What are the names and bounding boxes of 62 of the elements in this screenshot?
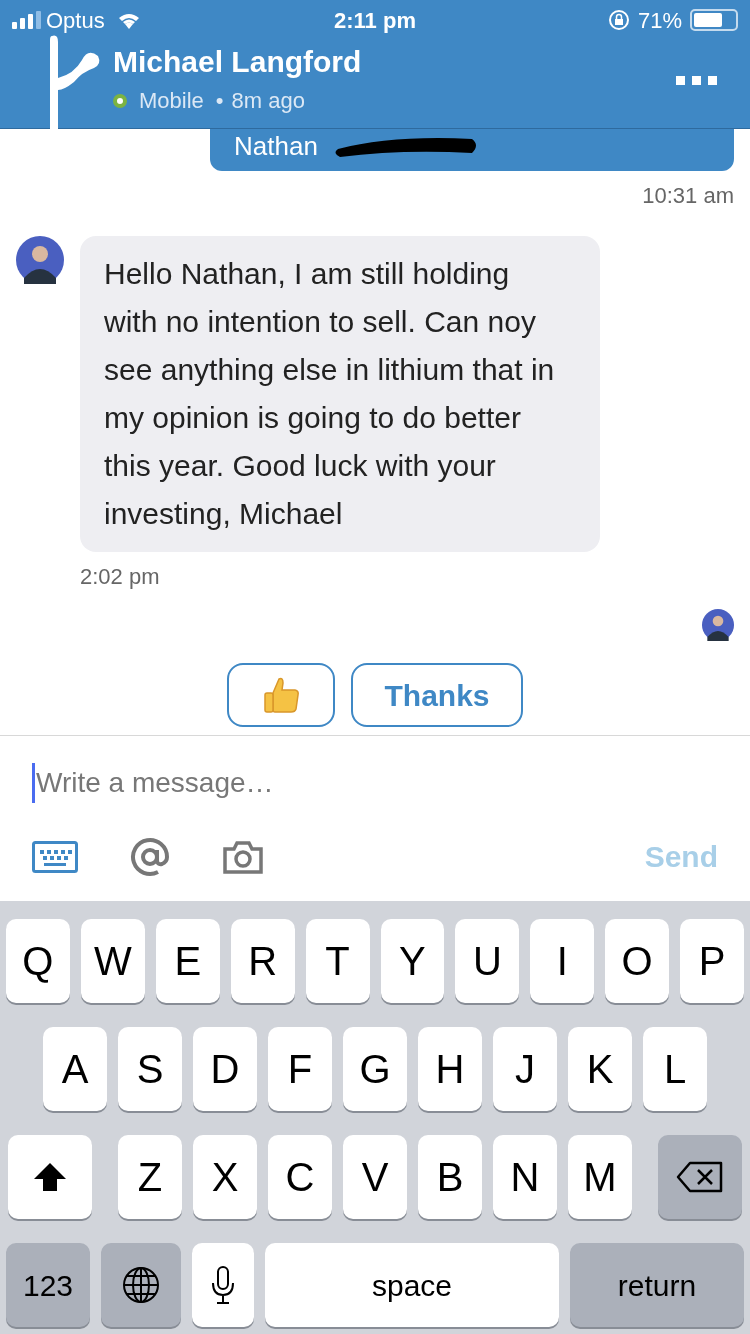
message-text: Hello Nathan, I am still holding with no intention to sell. Can noy see anything else in lithium that in my opinion is going to do better this year. Good luck with your investing, Michael [104, 256, 556, 532]
keyboard-key[interactable]: V [343, 1135, 407, 1219]
shift-icon [32, 1161, 68, 1193]
keyboard-key[interactable]: Z [118, 1135, 182, 1219]
keyboard-key[interactable]: E [155, 919, 220, 1003]
thumbs-up-icon [261, 675, 301, 715]
thumbs-up-reply-button[interactable] [227, 663, 335, 727]
avatar [702, 609, 734, 641]
keyboard-key[interactable]: B [418, 1135, 482, 1219]
return-key[interactable]: return [570, 1243, 744, 1327]
keyboard-key[interactable]: K [568, 1027, 632, 1111]
shift-key[interactable] [8, 1135, 92, 1219]
dictation-key[interactable] [192, 1243, 254, 1327]
message-time: 10:31 am [642, 182, 734, 210]
keyboard-key[interactable]: U [455, 919, 520, 1003]
keyboard-key[interactable]: X [193, 1135, 257, 1219]
message-text: Nathan [234, 131, 318, 161]
keyboard-key[interactable]: G [343, 1027, 407, 1111]
keyboard-key[interactable]: O [605, 919, 670, 1003]
keyboard-key[interactable]: T [305, 919, 370, 1003]
keyboard-key[interactable]: M [568, 1135, 632, 1219]
microphone-icon [210, 1265, 236, 1305]
separator-dot: • [215, 87, 224, 115]
globe-key[interactable] [101, 1243, 181, 1327]
keyboard-key[interactable]: W [80, 919, 145, 1003]
keyboard-key[interactable]: S [118, 1027, 182, 1111]
backspace-key[interactable] [658, 1135, 742, 1219]
keyboard-key[interactable]: H [418, 1027, 482, 1111]
battery-icon [690, 9, 738, 31]
more-icon[interactable] [676, 76, 718, 86]
keyboard-key[interactable]: C [268, 1135, 332, 1219]
last-seen: 8m ago [231, 87, 305, 115]
keyboard-key[interactable]: R [230, 919, 295, 1003]
message-time: 2:02 pm [80, 563, 161, 591]
camera-icon[interactable] [222, 838, 264, 875]
quick-reply-button[interactable]: Thanks [351, 663, 523, 727]
message-input[interactable]: Write a message… [36, 762, 718, 804]
keyboard-key[interactable]: L [643, 1027, 707, 1111]
keyboard-key[interactable]: D [193, 1027, 257, 1111]
at-sign-icon[interactable] [130, 836, 170, 877]
signal-icon [12, 11, 42, 29]
text-cursor [32, 763, 35, 803]
keyboard-icon[interactable] [32, 840, 78, 873]
clock-time: 2:11 pm [333, 6, 417, 35]
numbers-key[interactable]: 123 [6, 1243, 90, 1327]
keyboard-key[interactable]: P [680, 919, 745, 1003]
space-key[interactable]: space [265, 1243, 559, 1327]
avatar [16, 236, 64, 284]
presence-status: Mobile [139, 87, 204, 115]
backspace-icon [676, 1161, 724, 1193]
keyboard-key[interactable]: Q [5, 919, 70, 1003]
keyboard-key[interactable]: I [530, 919, 595, 1003]
keyboard-key[interactable]: Y [380, 919, 445, 1003]
contact-name: Michael Langford [113, 44, 363, 80]
keyboard-key[interactable]: N [493, 1135, 557, 1219]
keyboard-key[interactable]: J [493, 1027, 557, 1111]
rotation-lock-icon [607, 9, 630, 31]
globe-icon [121, 1265, 161, 1305]
carrier-name: Optus [46, 6, 105, 35]
keyboard-key[interactable]: A [43, 1027, 107, 1111]
keyboard-key[interactable]: F [268, 1027, 332, 1111]
battery-percent: 71% [637, 6, 682, 35]
